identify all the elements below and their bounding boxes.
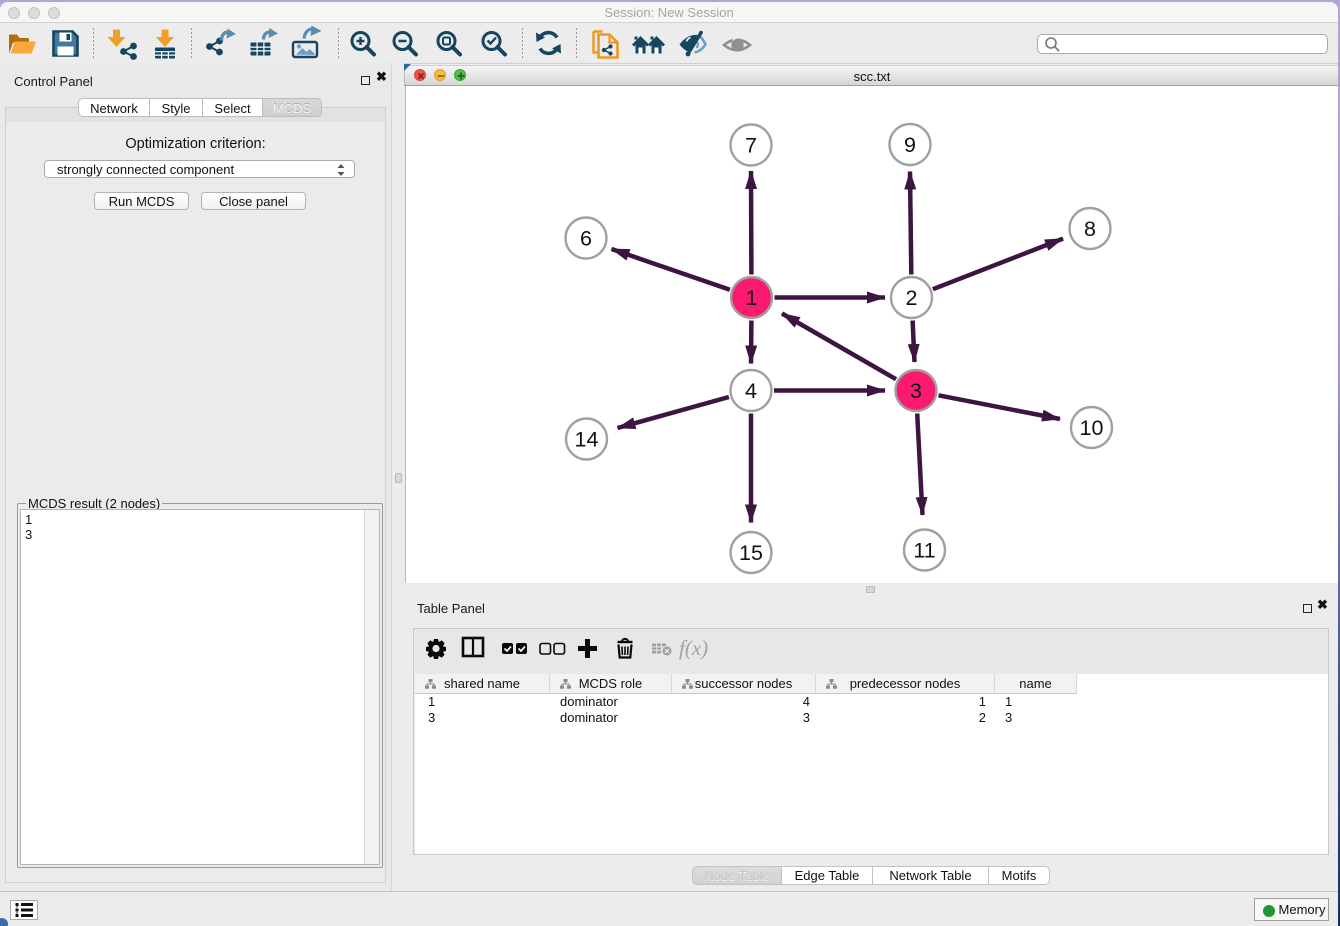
svg-text:9: 9 [904, 133, 916, 157]
svg-text:11: 11 [913, 539, 935, 563]
svg-text:1: 1 [746, 286, 758, 310]
svg-text:8: 8 [1084, 217, 1096, 241]
svg-text:7: 7 [745, 134, 757, 158]
svg-text:4: 4 [745, 379, 757, 403]
svg-text:10: 10 [1080, 416, 1104, 440]
svg-text:2: 2 [906, 286, 918, 310]
svg-text:6: 6 [580, 227, 592, 251]
svg-text:f(x): f(x) [679, 636, 708, 660]
svg-text:3: 3 [910, 379, 922, 403]
svg-text:14: 14 [575, 428, 599, 452]
svg-text:15: 15 [739, 541, 763, 565]
